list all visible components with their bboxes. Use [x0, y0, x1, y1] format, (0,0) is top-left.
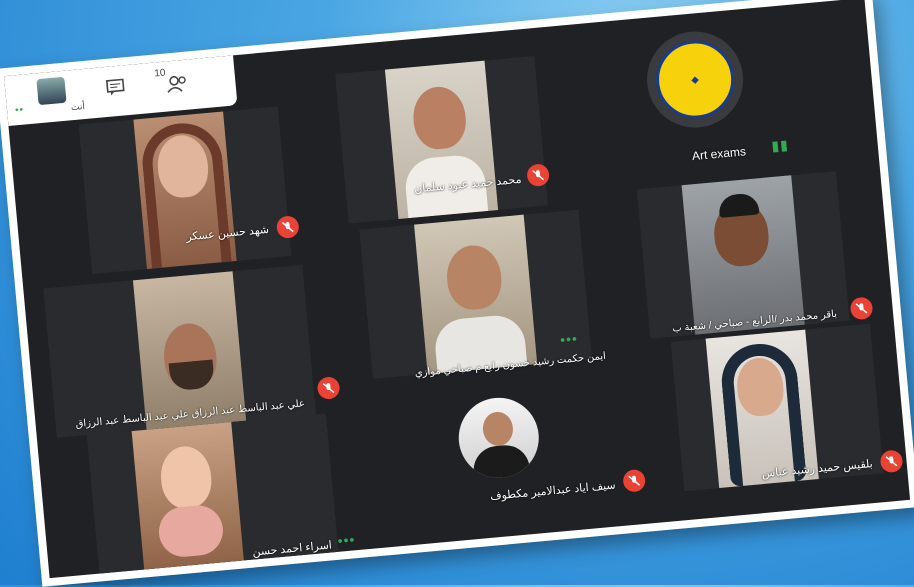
participant-name: سيف اياد عبدالامير مكطوف — [489, 479, 617, 503]
chat-icon[interactable] — [105, 77, 127, 102]
participant-hair — [717, 192, 760, 218]
people-icon[interactable] — [165, 74, 189, 99]
participant-video — [414, 214, 538, 375]
participant-avatar — [455, 394, 543, 482]
mic-off-icon — [316, 376, 341, 401]
participant-shirt — [471, 443, 531, 482]
participant-hijab — [139, 119, 232, 269]
mic-off-icon — [275, 215, 300, 240]
meeting-screenshot-photo: أنت •• 10 شهد حسين عسكر محمد حميد عبود س… — [0, 0, 914, 587]
participant-name: اسراء احمد حسن — [251, 539, 333, 559]
participant-beard — [168, 359, 216, 392]
participant-video — [133, 111, 237, 270]
participant-tile[interactable]: شهد حسين عسكر — [78, 106, 300, 275]
mic-off-icon — [622, 468, 647, 493]
university-logo: ◆ — [642, 27, 748, 132]
participant-tile[interactable]: بلقيس حميد رشيد عباس — [670, 323, 904, 492]
participant-tile[interactable]: ايمن حكمت رشيد حسون رابع م صباحي موازي •… — [359, 209, 606, 379]
participant-face — [444, 243, 504, 312]
self-avatar — [36, 76, 67, 106]
self-label: أنت — [70, 101, 86, 113]
participant-face — [481, 410, 515, 448]
meeting-title: Art exams — [691, 144, 747, 164]
participant-scarf — [156, 503, 226, 559]
participant-face — [158, 444, 214, 511]
participant-tile[interactable]: اسراء احمد حسن ••• — [86, 413, 356, 579]
participant-video — [131, 422, 245, 579]
speaking-indicator: ••• — [336, 531, 357, 549]
mic-off-icon — [849, 296, 874, 321]
audio-level-icon: ▮▮ — [770, 136, 790, 154]
presentation-tile[interactable]: ◆ Art exams ▮▮ — [582, 11, 836, 183]
participant-tile[interactable]: محمد حميد عبود سلمان — [335, 56, 551, 224]
participant-tile[interactable]: سيف اياد عبدالامير مكطوف — [373, 365, 647, 539]
self-audio-indicator: •• — [14, 104, 25, 117]
logo-emblem: ◆ — [652, 37, 738, 122]
participant-tile[interactable]: باقر محمد بدر /الرابع - صباحي / شعبة ب — [636, 171, 874, 339]
participant-video — [681, 175, 805, 335]
participant-count: 10 — [153, 67, 166, 80]
mic-off-icon — [526, 163, 551, 188]
participant-tile[interactable]: علي عبد الباسط عبد الرزاق علي عبد الباسط… — [43, 264, 341, 438]
mic-off-icon — [879, 449, 904, 474]
participant-face — [410, 84, 469, 152]
meeting-grid: أنت •• 10 شهد حسين عسكر محمد حميد عبود س… — [3, 0, 911, 579]
speaking-indicator: ••• — [559, 330, 579, 348]
participant-video — [384, 60, 499, 220]
